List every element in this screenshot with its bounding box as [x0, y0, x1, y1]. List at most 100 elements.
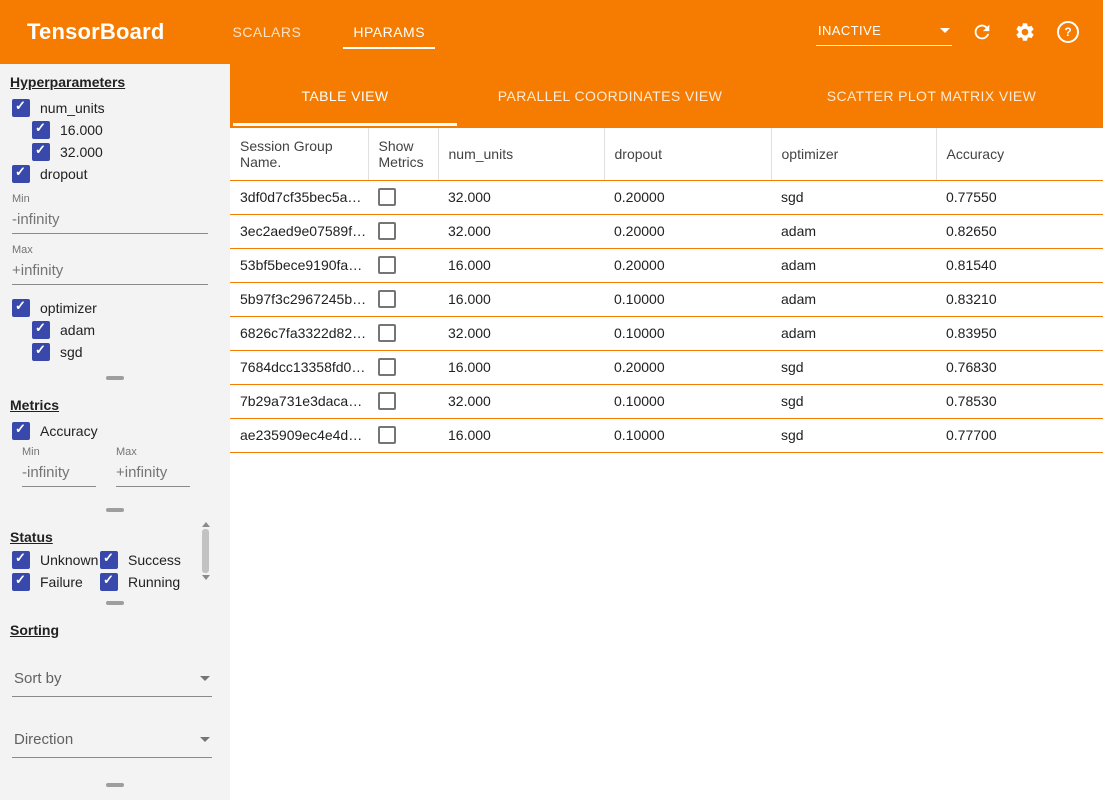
show-metrics-checkbox[interactable]: [378, 222, 396, 240]
checkbox-optimizer-adam[interactable]: adam: [32, 321, 230, 339]
hyperparameters-title: Hyperparameters: [10, 74, 220, 90]
metric-min-max: Min Max: [22, 446, 230, 487]
checkbox-label: Failure: [40, 574, 83, 590]
show-metrics-checkbox[interactable]: [378, 290, 396, 308]
scroll-down-icon[interactable]: [202, 575, 210, 580]
table-row: 53bf5bece9190fa… 16.000 0.20000 adam 0.8…: [230, 248, 1103, 282]
checkbox-label: optimizer: [40, 300, 97, 316]
dropout-cell: 0.20000: [604, 350, 771, 384]
tab-parallel-coordinates-view[interactable]: PARALLEL COORDINATES VIEW: [460, 64, 760, 128]
min-label: Min: [22, 446, 96, 458]
checkbox-accuracy[interactable]: Accuracy: [12, 422, 230, 440]
table-row: 5b97f3c2967245b… 16.000 0.10000 adam 0.8…: [230, 282, 1103, 316]
section-resize-handle[interactable]: [106, 376, 124, 380]
show-metrics-checkbox[interactable]: [378, 324, 396, 342]
checkbox-num-units-16[interactable]: 16.000: [32, 121, 230, 139]
col-header-dropout[interactable]: dropout: [604, 128, 771, 180]
checkbox-icon: [32, 343, 50, 361]
col-header-accuracy[interactable]: Accuracy: [936, 128, 1103, 180]
num-units-cell: 16.000: [438, 350, 604, 384]
tab-scalars[interactable]: SCALARS: [206, 0, 327, 64]
table-row: 7684dcc13358fd0… 16.000 0.20000 sgd 0.76…: [230, 350, 1103, 384]
max-label: Max: [116, 446, 190, 458]
show-metrics-cell: [368, 214, 438, 248]
section-resize-handle[interactable]: [106, 508, 124, 512]
show-metrics-checkbox[interactable]: [378, 188, 396, 206]
dropout-cell: 0.20000: [604, 214, 771, 248]
checkbox-num-units-32[interactable]: 32.000: [32, 143, 230, 161]
metrics-section: Metrics Accuracy Min Max: [0, 387, 230, 499]
metric-min-field: Min: [22, 446, 96, 487]
checkbox-icon: [12, 99, 30, 117]
col-header-show-metrics[interactable]: Show Metrics: [368, 128, 438, 180]
checkbox-status-failure[interactable]: Failure: [12, 573, 88, 591]
show-metrics-checkbox[interactable]: [378, 392, 396, 410]
session-group-name-cell: ae235909ec4e4d…: [230, 418, 368, 452]
checkbox-icon: [12, 422, 30, 440]
checkbox-status-running[interactable]: Running: [100, 573, 230, 591]
checkbox-icon: [12, 165, 30, 183]
help-icon[interactable]: ?: [1055, 19, 1081, 45]
checkbox-optimizer[interactable]: optimizer: [12, 299, 230, 317]
session-group-name-cell: 7b29a731e3daca…: [230, 384, 368, 418]
chevron-down-icon: [940, 28, 950, 33]
metric-max-field: Max: [116, 446, 190, 487]
table-row: ae235909ec4e4d… 16.000 0.10000 sgd 0.777…: [230, 418, 1103, 452]
status-options: Unknown Success Failure Running: [0, 549, 230, 592]
scrollbar-thumb[interactable]: [202, 529, 209, 573]
checkbox-status-unknown[interactable]: Unknown: [12, 551, 88, 569]
gear-icon[interactable]: [1012, 19, 1038, 45]
tab-table-view[interactable]: TABLE VIEW: [230, 64, 460, 128]
session-group-name-cell: 53bf5bece9190fa…: [230, 248, 368, 282]
sort-by-select[interactable]: Sort by: [12, 664, 212, 697]
num-units-cell: 16.000: [438, 248, 604, 282]
metric-max-input[interactable]: [116, 459, 190, 487]
checkbox-label: Accuracy: [40, 423, 98, 439]
col-header-optimizer[interactable]: optimizer: [771, 128, 936, 180]
show-metrics-checkbox[interactable]: [378, 426, 396, 444]
accuracy-cell: 0.83210: [936, 282, 1103, 316]
optimizer-cell: adam: [771, 248, 936, 282]
checkbox-num-units[interactable]: num_units: [12, 99, 230, 117]
checkbox-status-success[interactable]: Success: [100, 551, 230, 569]
table-row: 3ec2aed9e07589f… 32.000 0.20000 adam 0.8…: [230, 214, 1103, 248]
checkbox-icon: [100, 573, 118, 591]
session-group-name-cell: 5b97f3c2967245b…: [230, 282, 368, 316]
show-metrics-cell: [368, 180, 438, 214]
metric-min-input[interactable]: [22, 459, 96, 487]
run-status-select[interactable]: INACTIVE: [816, 19, 952, 46]
checkbox-optimizer-sgd[interactable]: sgd: [32, 343, 230, 361]
max-label: Max: [12, 244, 220, 256]
accuracy-cell: 0.77700: [936, 418, 1103, 452]
checkbox-label: Unknown: [40, 552, 98, 568]
checkbox-dropout[interactable]: dropout: [12, 165, 230, 183]
chevron-down-icon: [200, 676, 210, 681]
accuracy-cell: 0.83950: [936, 316, 1103, 350]
show-metrics-cell: [368, 418, 438, 452]
dropout-min-input[interactable]: [12, 206, 208, 234]
dropout-min-field: Min: [12, 193, 220, 234]
status-scrollbar[interactable]: [201, 522, 210, 580]
direction-select[interactable]: Direction: [12, 725, 212, 758]
section-resize-handle[interactable]: [106, 783, 124, 787]
chevron-down-icon: [200, 737, 210, 742]
refresh-icon[interactable]: [969, 19, 995, 45]
col-header-num-units[interactable]: num_units: [438, 128, 604, 180]
section-resize-handle[interactable]: [106, 601, 124, 605]
num-units-cell: 32.000: [438, 384, 604, 418]
col-header-session-group-name[interactable]: Session Group Name.: [230, 128, 368, 180]
scroll-up-icon[interactable]: [202, 522, 210, 527]
checkbox-label: Running: [128, 574, 180, 590]
checkbox-label: sgd: [60, 344, 83, 360]
topbar: TensorBoard SCALARS HPARAMS INACTIVE ?: [0, 0, 1103, 64]
checkbox-icon: [32, 321, 50, 339]
tab-hparams[interactable]: HPARAMS: [327, 0, 451, 64]
show-metrics-checkbox[interactable]: [378, 358, 396, 376]
view-tabs: TABLE VIEW PARALLEL COORDINATES VIEW SCA…: [230, 64, 1103, 128]
show-metrics-checkbox[interactable]: [378, 256, 396, 274]
show-metrics-cell: [368, 282, 438, 316]
checkbox-label: 32.000: [60, 144, 103, 160]
dropout-max-input[interactable]: [12, 257, 208, 285]
tab-scatter-plot-matrix-view[interactable]: SCATTER PLOT MATRIX VIEW: [760, 64, 1103, 128]
accuracy-cell: 0.82650: [936, 214, 1103, 248]
